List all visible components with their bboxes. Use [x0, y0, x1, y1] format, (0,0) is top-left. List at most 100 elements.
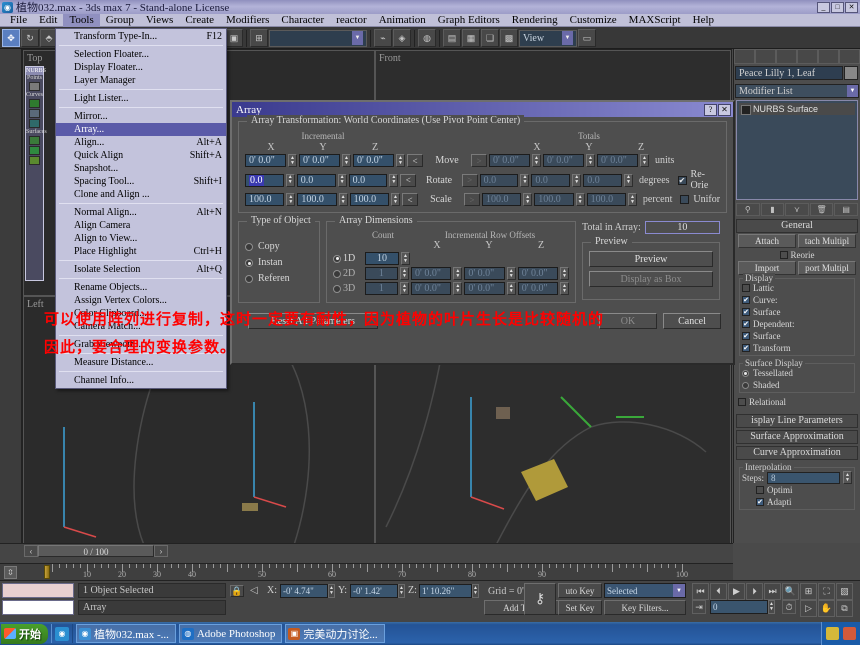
move-inc-x-field[interactable]: 0' 0.0" [245, 154, 286, 167]
render-last-icon[interactable]: ▩ [500, 29, 518, 47]
select-and-rotate-icon[interactable]: ↻ [21, 29, 39, 47]
dim-1d-count-field[interactable]: 10 [365, 252, 399, 265]
configure-sets-icon[interactable]: ▤ [834, 203, 858, 216]
menu-item-quick-align[interactable]: Quick Align Shift+A [56, 149, 226, 162]
transform-degrade-checkbox[interactable]: ✔ [742, 344, 750, 352]
dim-1d-count-spinner[interactable]: ▲ ▼ [401, 252, 410, 265]
start-button[interactable]: 开始 [1, 623, 48, 644]
named-selection-sets-field[interactable]: ▼ [269, 29, 367, 47]
move-left-arrow-button[interactable]: < [407, 154, 423, 167]
maxscript-mini-listener-in[interactable] [2, 600, 74, 615]
display-as-box-button[interactable]: Display as Box [589, 271, 713, 287]
set-key-button[interactable]: Set Key [558, 600, 602, 615]
menu-item-spacing-tool[interactable]: Spacing Tool... Shift+I [56, 175, 226, 188]
menu-item-align[interactable]: Align... Alt+A [56, 136, 226, 149]
move-inc-y-spinner[interactable]: ▲ ▼ [342, 154, 351, 167]
scale-tot-z-field[interactable]: 100.0 [586, 193, 626, 206]
zoom-icon[interactable]: 🔍 [782, 583, 799, 600]
time-configuration-icon[interactable]: ⏱ [782, 600, 796, 614]
relational-checkbox[interactable] [738, 398, 746, 406]
chevron-down-icon-2[interactable]: ▼ [352, 31, 363, 45]
scale-inc-x-field[interactable]: 100.0 [245, 193, 285, 206]
optimize-checkbox[interactable] [756, 486, 764, 494]
z-coord-field[interactable]: 1' 10.26" [419, 584, 472, 598]
scale-right-arrow-button[interactable]: > [463, 193, 480, 206]
surface-trims-checkbox[interactable]: ✔ [742, 332, 750, 340]
rotate-inc-x-field[interactable]: 0.0 [245, 173, 284, 187]
show-end-result-icon[interactable]: ▮ [760, 203, 785, 216]
dim-2d-offset-z-spinner[interactable]: ▲ ▼ [560, 267, 570, 280]
rollup-curve-approximation[interactable]: Curve Approximation [736, 446, 858, 460]
menu-item-align-to-view[interactable]: Align to View... [56, 232, 226, 245]
scale-inc-z-spinner[interactable]: ▲ ▼ [390, 193, 400, 206]
scale-inc-y-spinner[interactable]: ▲ ▼ [338, 193, 348, 206]
menu-item-place-highlight[interactable]: Place Highlight Ctrl+H [56, 245, 226, 258]
y-coord-field[interactable]: -0' 1.42' [350, 584, 398, 598]
menu-edit[interactable]: Edit [33, 14, 63, 27]
previous-frame-icon[interactable]: ⏴ [710, 583, 727, 600]
menu-item-snapshot[interactable]: Snapshot... [56, 162, 226, 175]
tab-modify[interactable] [755, 49, 776, 64]
move-inc-z-spinner[interactable]: ▲ ▼ [396, 154, 405, 167]
create-blend-surface-icon[interactable] [29, 146, 40, 155]
reorient-option[interactable]: ✔ Re-Orie [677, 169, 720, 191]
dim-2d-offset-y-spinner[interactable]: ▲ ▼ [506, 267, 516, 280]
time-slider-handle[interactable] [44, 565, 50, 579]
surfaces-checkbox[interactable]: ✔ [742, 308, 750, 316]
rollup-surface-approximation[interactable]: Surface Approximation [736, 430, 858, 444]
object-name-field[interactable]: Peace Lilly 1, Leaf [735, 66, 843, 80]
menu-animation[interactable]: Animation [373, 14, 432, 27]
taskbar-item-max[interactable]: ◉ 植物032.max -... [76, 624, 176, 643]
uniform-checkbox-icon[interactable] [680, 195, 690, 204]
array-help-button[interactable]: ? [704, 103, 717, 116]
track-bar[interactable]: ⇳ 10 20 30 40 50 60 70 80 90 100 [0, 563, 733, 580]
z-coord-spinner[interactable]: ▲ ▼ [472, 584, 479, 598]
scale-tot-y-field[interactable]: 100.0 [534, 193, 574, 206]
dim-3d-offset-z-spinner[interactable]: ▲ ▼ [560, 282, 570, 295]
attach-button[interactable]: Attach [738, 234, 796, 248]
create-cv-curve-icon[interactable] [29, 99, 40, 108]
menu-item-transform-type-in[interactable]: Transform Type-In... F12 [56, 30, 226, 43]
pin-stack-icon[interactable]: ⚲ [736, 203, 760, 216]
rotate-inc-x-spinner[interactable]: ▲ ▼ [285, 173, 295, 187]
modifier-stack-item[interactable]: NURBS Surface [739, 103, 855, 115]
remove-modifier-icon[interactable]: 🗑 [809, 203, 834, 216]
menu-item-selection-floater[interactable]: Selection Floater... [56, 48, 226, 61]
menu-item-align-camera[interactable]: Align Camera [56, 219, 226, 232]
tab-create[interactable] [734, 49, 755, 64]
render-type-icon[interactable]: ❏ [481, 29, 499, 47]
menu-help[interactable]: Help [687, 14, 720, 27]
scale-tot-x-spinner[interactable]: ▲ ▼ [523, 193, 533, 206]
move-tot-y-spinner[interactable]: ▲ ▼ [586, 154, 595, 167]
rollup-general[interactable]: General [736, 219, 858, 233]
tray-icon-1[interactable] [826, 627, 839, 640]
reference-radio[interactable] [245, 275, 253, 283]
menu-item-layer-manager[interactable]: Layer Manager [56, 74, 226, 87]
field-of-view-icon[interactable]: ▷ [800, 600, 817, 617]
open-mini-curve-editor-icon[interactable]: ⇳ [4, 566, 17, 579]
rotate-inc-z-field[interactable]: 0.0 [348, 173, 388, 187]
object-color-swatch[interactable] [844, 66, 858, 80]
dim-2d-offset-y[interactable]: 0' 0.0" [464, 267, 505, 280]
tab-display[interactable] [818, 49, 839, 64]
dim-2d-radio[interactable] [333, 269, 341, 278]
dim-3d-offset-y[interactable]: 0' 0.0" [464, 282, 505, 295]
chevron-down-icon-keymode[interactable]: ▼ [673, 584, 685, 597]
reorient-checkbox-box[interactable] [779, 251, 788, 259]
ok-button[interactable]: OK [599, 313, 657, 329]
menu-item-mirror[interactable]: Mirror... [56, 110, 226, 123]
tab-hierarchy[interactable] [776, 49, 797, 64]
menu-file[interactable]: File [4, 14, 33, 27]
scale-inc-y-field[interactable]: 100.0 [297, 193, 337, 206]
rotate-inc-y-field[interactable]: 0.0 [296, 173, 336, 187]
steps-spinner[interactable]: ▲ ▼ [843, 471, 852, 484]
taskbar-item-photoshop[interactable]: ◍ Adobe Photoshop [178, 624, 283, 643]
array-close-button[interactable]: ✕ [718, 103, 731, 116]
preview-button[interactable]: Preview [589, 251, 713, 267]
menu-item-measure-distance[interactable]: Measure Distance... [56, 356, 226, 369]
quick-render-icon[interactable]: ▦ [462, 29, 480, 47]
dependents-checkbox[interactable]: ✔ [742, 320, 750, 328]
quick-launch-max-icon[interactable]: ◉ [55, 626, 69, 641]
rotate-inc-y-spinner[interactable]: ▲ ▼ [337, 173, 347, 187]
dim-3d-radio[interactable] [333, 284, 341, 293]
